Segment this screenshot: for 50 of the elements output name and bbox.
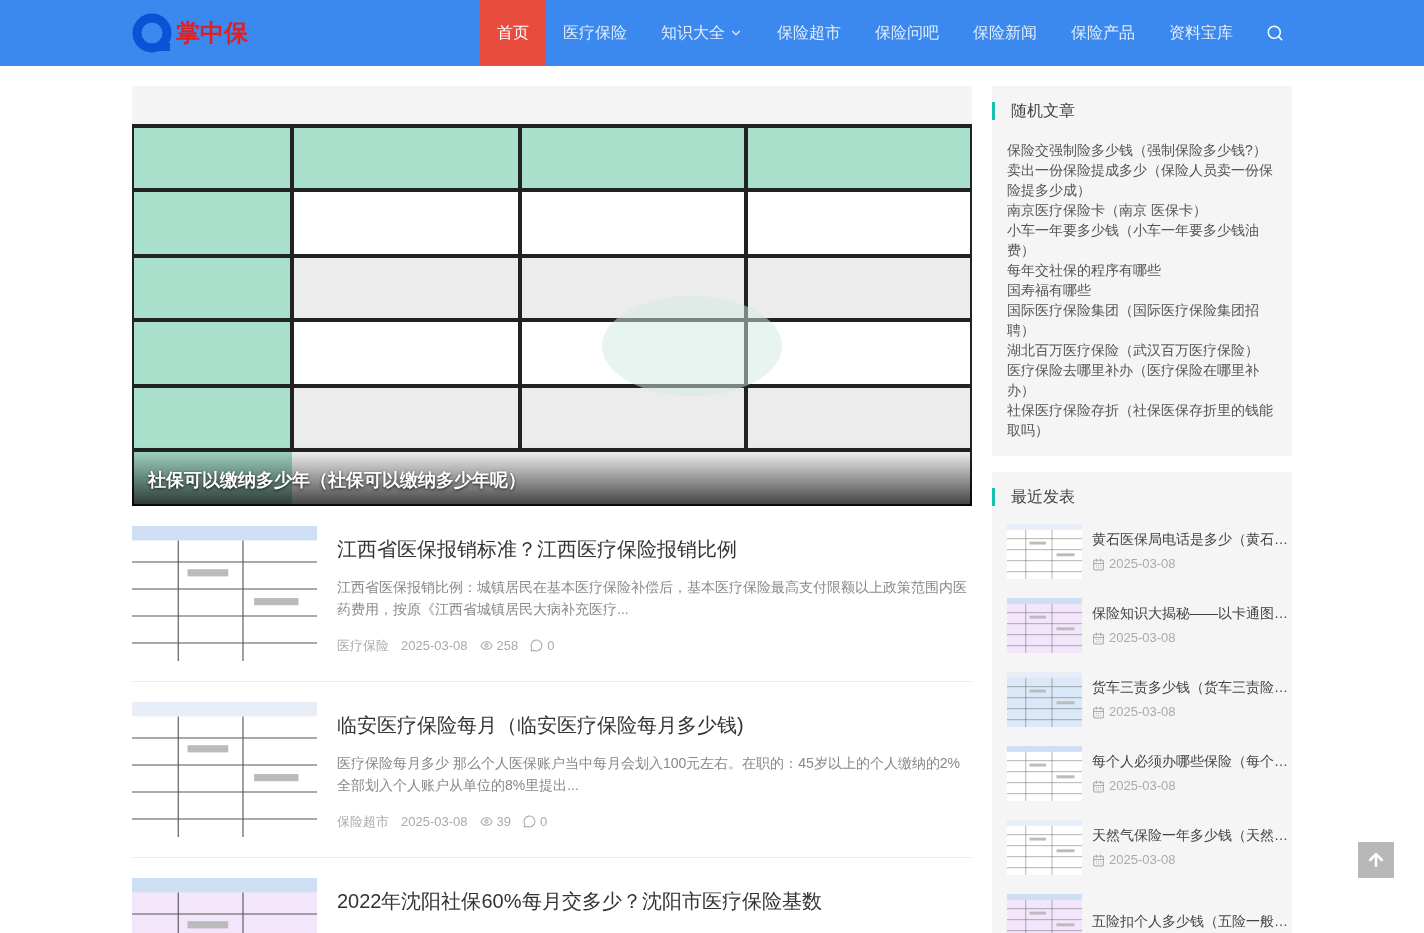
sidebar-link[interactable]: 湖北百万医疗保险（武汉百万医疗保险）	[1007, 340, 1277, 360]
sidebar-link[interactable]: 小车一年要多少钱（小车一年要多少钱油费）	[1007, 220, 1277, 260]
recent-post-title[interactable]: 五险扣个人多少钱（五险一般…	[1092, 911, 1288, 932]
hero-caption[interactable]: 社保可以缴纳多少年（社保可以缴纳多少年呢）	[148, 467, 526, 494]
calendar-icon	[1092, 779, 1105, 793]
recent-post-title[interactable]: 每个人必须办哪些保险（每个…	[1092, 751, 1288, 773]
sidebar-link[interactable]: 医疗保险去哪里补办（医疗保险在哪里补办）	[1007, 360, 1277, 400]
logo-icon	[132, 13, 172, 53]
article-date: 2025-03-08	[401, 637, 468, 655]
article-excerpt: 江西省医保报销比例：城镇居民在基本医疗保险补偿后，基本医疗保险最高支付限额以上政策范围内医药费用，按原《江西省城镇居民大病补充医疗...	[337, 578, 968, 619]
sidebar-link[interactable]: 每年交社保的程序有哪些	[1007, 260, 1277, 280]
sidebar-link[interactable]: 社保医疗保险存折（社保医保存折里的钱能取吗）	[1007, 400, 1277, 440]
arrow-up-icon	[1366, 850, 1386, 870]
post-date: 2025-03-08	[1109, 629, 1176, 648]
sidebar-link[interactable]: 保险交强制险多少钱（强制保险多少钱?）	[1007, 140, 1277, 160]
calendar-icon	[1092, 557, 1105, 571]
post-date: 2025-03-08	[1109, 851, 1176, 870]
recent-post-title[interactable]: 货车三责多少钱（货车三责险…	[1092, 677, 1288, 699]
sidebar-link[interactable]: 国寿福有哪些	[1007, 280, 1277, 300]
article-title[interactable]: 临安医疗保险每月（临安医疗保险每月多少钱)	[337, 710, 972, 740]
recent-post-title[interactable]: 保险知识大揭秘——以卡通图…	[1092, 603, 1288, 625]
nav-link[interactable]: 首页	[480, 0, 546, 66]
view-count: 258	[496, 637, 519, 655]
comment-count: 0	[547, 637, 555, 655]
post-date: 2025-03-08	[1109, 555, 1176, 574]
back-to-top-button[interactable]	[1358, 842, 1394, 878]
panel-title: 最近发表	[992, 488, 1292, 506]
search-icon[interactable]	[1266, 24, 1284, 42]
calendar-icon	[1092, 853, 1105, 867]
article-excerpt: 医疗保险每月多少 那么个人医保账户当中每月会划入100元左右。在职的：45岁以上的个人缴纳的2%全部划入个人账户从单位的8%里提出...	[337, 754, 962, 795]
post-date: 2025-03-08	[1109, 777, 1176, 796]
sidebar-link[interactable]: 卖出一份保险提成多少（保险人员卖一份保险提多少成）	[1007, 160, 1277, 200]
sidebar-link[interactable]: 南京医疗保险卡（南京 医保卡）	[1007, 200, 1277, 220]
eye-icon	[479, 815, 493, 829]
logo-text: 掌中保	[176, 17, 248, 49]
panel-title: 随机文章	[992, 102, 1292, 120]
article-title[interactable]: 2022年沈阳社保60%每月交多少？沈阳市医疗保险基数	[337, 886, 972, 916]
view-count: 39	[496, 813, 511, 831]
calendar-icon	[1092, 705, 1105, 719]
comment-icon	[530, 639, 544, 653]
sidebar-link[interactable]: 国际医疗保险集团（国际医疗保险集团招聘）	[1007, 300, 1277, 340]
article-date: 2025-03-08	[401, 813, 468, 831]
recent-post-title[interactable]: 天然气保险一年多少钱（天然…	[1092, 825, 1288, 847]
comment-count: 0	[539, 813, 548, 831]
article-title[interactable]: 江西省医保报销标准？江西医疗保险报销比例	[337, 534, 972, 564]
post-date: 2025-03-08	[1109, 703, 1176, 722]
calendar-icon	[1092, 631, 1105, 645]
comment-icon	[522, 815, 536, 829]
eye-icon	[479, 639, 493, 653]
recent-post-title[interactable]: 黄石医保局电话是多少（黄石…	[1092, 529, 1288, 551]
